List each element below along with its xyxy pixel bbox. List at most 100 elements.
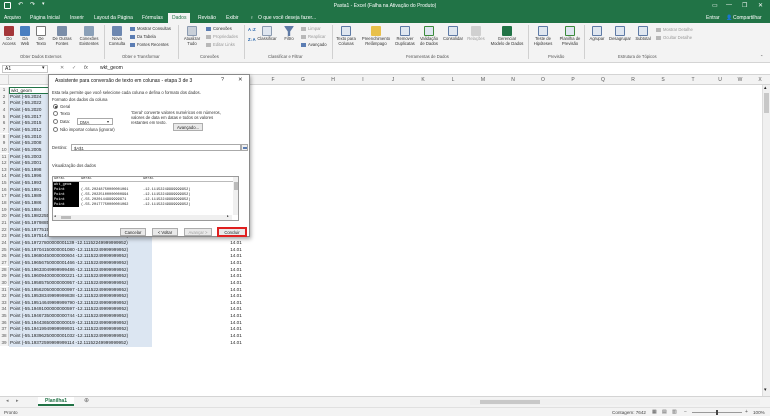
cell-e[interactable]: 14.01	[226, 260, 246, 267]
row-header[interactable]: 25	[0, 246, 9, 254]
what-if-button[interactable]: Teste de Hipóteses	[531, 26, 555, 46]
cell-e[interactable]: 14.01	[226, 280, 246, 287]
sign-in-link[interactable]: Entrar	[706, 15, 720, 21]
row-header[interactable]: 34	[0, 306, 9, 314]
row-header[interactable]: 9	[0, 140, 9, 147]
tell-me-box[interactable]: O que você deseja fazer...	[258, 15, 316, 21]
option-skip-column[interactable]: Não importar coluna (ignorar)	[53, 127, 133, 133]
cell-e[interactable]: 14.01	[226, 326, 246, 333]
radio-skip-column[interactable]	[53, 127, 58, 132]
connections-button[interactable]: Conexões	[206, 26, 232, 31]
collapse-dialog-button[interactable]	[241, 144, 248, 151]
formula-input[interactable]: wkt_geom	[100, 65, 123, 71]
scroll-thumb[interactable]	[764, 93, 769, 113]
row-header[interactable]: 39	[0, 339, 9, 347]
column-header-q[interactable]: Q	[588, 77, 618, 83]
cell-e[interactable]: 14.01	[226, 247, 246, 254]
row-header[interactable]: 23	[0, 233, 9, 240]
show-queries-button[interactable]: Mostrar Consultas	[130, 26, 171, 31]
cell-e[interactable]: 14.01	[226, 267, 246, 274]
other-sources-button[interactable]: De Outras Fontes	[50, 26, 74, 46]
column-header-p[interactable]: P	[558, 77, 588, 83]
tab-formulas[interactable]: Fórmulas	[142, 15, 163, 21]
column-header-r[interactable]: R	[618, 77, 648, 83]
collapse-ribbon-icon[interactable]: ⌃	[760, 54, 764, 59]
preview-scroll-left-icon[interactable]: ◂	[54, 215, 56, 219]
preview-header-col2[interactable]: Geral	[81, 177, 92, 181]
row-header[interactable]: 31	[0, 286, 9, 294]
preview-header-col1[interactable]: Geral	[54, 177, 65, 181]
row-header[interactable]: 32	[0, 293, 9, 300]
row-header[interactable]: 11	[0, 153, 9, 161]
advanced-button[interactable]: Avançado...	[173, 123, 203, 131]
column-header-n[interactable]: N	[498, 77, 528, 83]
row-header[interactable]: 8	[0, 133, 9, 141]
prev-sheet-icon[interactable]: ◂	[6, 398, 9, 404]
refresh-all-button[interactable]: Atualizar Tudo	[181, 26, 203, 46]
preview-v-thumb[interactable]	[234, 182, 238, 190]
preview-h-thumb[interactable]	[61, 216, 71, 219]
consolidate-button[interactable]: Consolidar	[442, 26, 464, 42]
preview-h-scrollbar[interactable]: ◂ ▸	[53, 215, 232, 220]
cell-e[interactable]: 14.01	[226, 287, 246, 294]
advanced-filter-button[interactable]: Avançado	[301, 42, 327, 47]
tab-dados[interactable]: Dados	[168, 13, 191, 23]
cell-a[interactable]: Point (-55.1984	[10, 207, 41, 214]
cell-a[interactable]: Point (-55.19704150000001080 -12.1115224…	[10, 247, 128, 254]
column-header-x[interactable]: X	[745, 77, 770, 83]
cell-a[interactable]: Point (-55.2001	[10, 160, 41, 167]
destination-field[interactable]: $A$1	[71, 144, 241, 151]
tab-layout[interactable]: Layout da Página	[94, 15, 133, 21]
back-button[interactable]: < Voltar	[152, 228, 178, 236]
cell-a[interactable]: Point (-55.19538349999999838 -12.1115224…	[10, 293, 128, 300]
row-header[interactable]: 13	[0, 166, 9, 174]
horizontal-scrollbar[interactable]	[470, 399, 760, 405]
row-header[interactable]: 20	[0, 213, 9, 220]
radio-texto[interactable]	[53, 111, 58, 116]
row-header[interactable]: 14	[0, 173, 9, 181]
cell-a[interactable]: Point (-55.2010	[10, 134, 41, 141]
share-button[interactable]: Compartilhar	[733, 15, 762, 21]
tab-pagina-inicial[interactable]: Página Inicial	[30, 15, 60, 21]
preview-scroll-right-icon[interactable]: ▸	[227, 215, 229, 219]
column-header-h[interactable]: H	[318, 77, 348, 83]
cancel-entry-icon[interactable]: ✕	[60, 65, 64, 71]
cell-a[interactable]: Point (-55.19633049999999486 -12.1115224…	[10, 267, 128, 274]
row-header[interactable]: 19	[0, 206, 9, 214]
sort-button[interactable]: Classificar	[256, 26, 278, 42]
cell-a[interactable]: Point (-55.1991	[10, 187, 41, 194]
existing-connections-button[interactable]: Conexões Existentes	[76, 26, 102, 46]
page-layout-icon[interactable]: ▤	[662, 409, 667, 415]
cell-a[interactable]: Point (-55.2005	[10, 147, 41, 154]
cell-a[interactable]: Point (-55.19467350000000744 -12.1115224…	[10, 313, 128, 320]
clear-filter-button[interactable]: Limpar	[301, 26, 321, 31]
cell-a[interactable]: Point (-55.2008	[10, 140, 41, 147]
row-header[interactable]: 3	[0, 100, 9, 107]
tab-exibir[interactable]: Exibir	[226, 15, 239, 21]
forecast-sheet-button[interactable]: Planilha de Previsão	[557, 26, 583, 46]
preview-header-col3[interactable]: Geral	[143, 177, 154, 181]
cell-e[interactable]: 14.01	[226, 293, 246, 300]
close-dialog-icon[interactable]: ✕	[238, 77, 243, 83]
normal-view-icon[interactable]: ▦	[652, 409, 657, 415]
column-header-t[interactable]: T	[678, 77, 708, 83]
hide-detail-button[interactable]: Ocultar Detalhe	[656, 35, 692, 40]
row-header[interactable]: 28	[0, 266, 9, 274]
text-to-columns-button[interactable]: Texto para Colunas	[334, 26, 358, 46]
cell-a[interactable]: Point (-55.19443650000000019 -12.1115224…	[10, 320, 128, 327]
cell-a[interactable]: Point (-55.1989	[10, 193, 41, 200]
row-header[interactable]: 35	[0, 313, 9, 320]
show-detail-button[interactable]: Mostrar Detalhe	[656, 27, 693, 32]
cell-a[interactable]: Point (-55.19585750000000957 -12.1115224…	[10, 280, 128, 287]
insert-function-icon[interactable]: fx	[84, 65, 88, 71]
cell-e[interactable]: 14.01	[226, 313, 246, 320]
preview-pane[interactable]: Geral Geral Geral wkt_geom Point (-55.2024…	[52, 176, 239, 221]
close-icon[interactable]: ✕	[758, 2, 763, 9]
tab-arquivo[interactable]: Arquivo	[4, 15, 21, 21]
add-sheet-icon[interactable]: ⊕	[84, 397, 89, 404]
cell-a[interactable]: Point (-55.19727800000001139 -12.1115224…	[10, 240, 128, 247]
zoom-slider-thumb[interactable]	[716, 410, 718, 415]
column-header-g[interactable]: G	[288, 77, 318, 83]
restore-icon[interactable]: ❐	[742, 2, 747, 9]
row-header[interactable]: 4	[0, 106, 9, 114]
